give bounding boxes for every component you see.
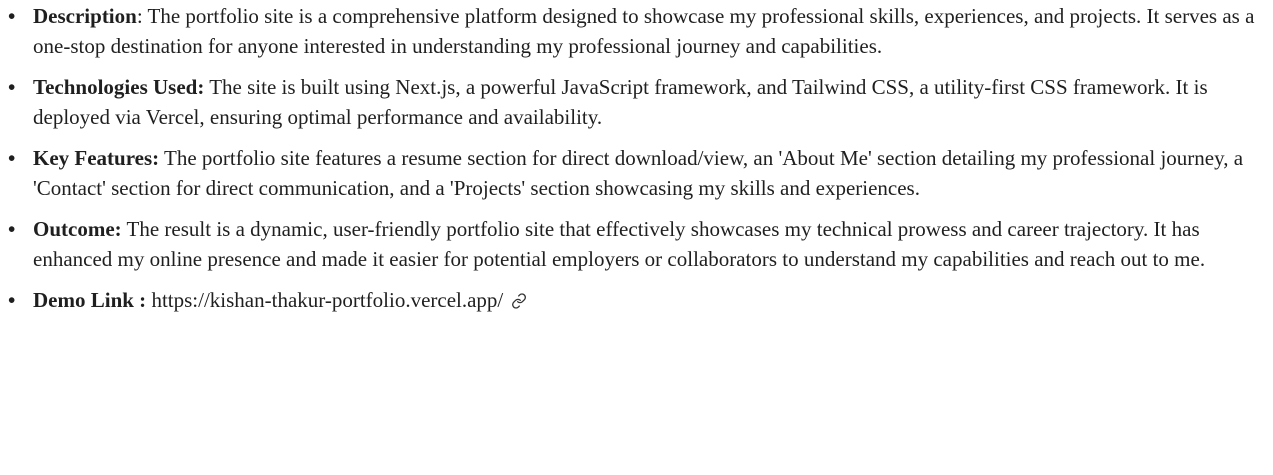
demo-link[interactable]: https://kishan-thakur-portfolio.vercel.a…	[151, 288, 503, 312]
project-details-list: • Description: The portfolio site is a c…	[6, 2, 1268, 330]
bullet: •	[8, 75, 16, 99]
bullet: •	[8, 288, 16, 312]
list-item-outcome: • Outcome: The result is a dynamic, user…	[6, 215, 1268, 274]
link-icon[interactable]	[511, 288, 527, 318]
item-label: Description	[33, 4, 137, 28]
item-text: : The portfolio site is a comprehensive …	[33, 4, 1255, 58]
item-label: Outcome:	[33, 217, 122, 241]
item-label: Technologies Used:	[33, 75, 205, 99]
list-item-key-features: • Key Features: The portfolio site featu…	[6, 144, 1268, 203]
list-item-technologies: • Technologies Used: The site is built u…	[6, 73, 1268, 132]
bullet: •	[8, 4, 16, 28]
item-text: The site is built using Next.js, a power…	[33, 75, 1208, 129]
bullet: •	[8, 217, 16, 241]
item-label: Demo Link :	[33, 288, 147, 312]
item-text: The result is a dynamic, user-friendly p…	[33, 217, 1206, 271]
item-text: The portfolio site features a resume sec…	[33, 146, 1244, 200]
item-label: Key Features:	[33, 146, 160, 170]
bullet: •	[8, 146, 16, 170]
list-item-description: • Description: The portfolio site is a c…	[6, 2, 1268, 61]
list-item-demo-link: • Demo Link : https://kishan-thakur-port…	[6, 286, 1268, 318]
